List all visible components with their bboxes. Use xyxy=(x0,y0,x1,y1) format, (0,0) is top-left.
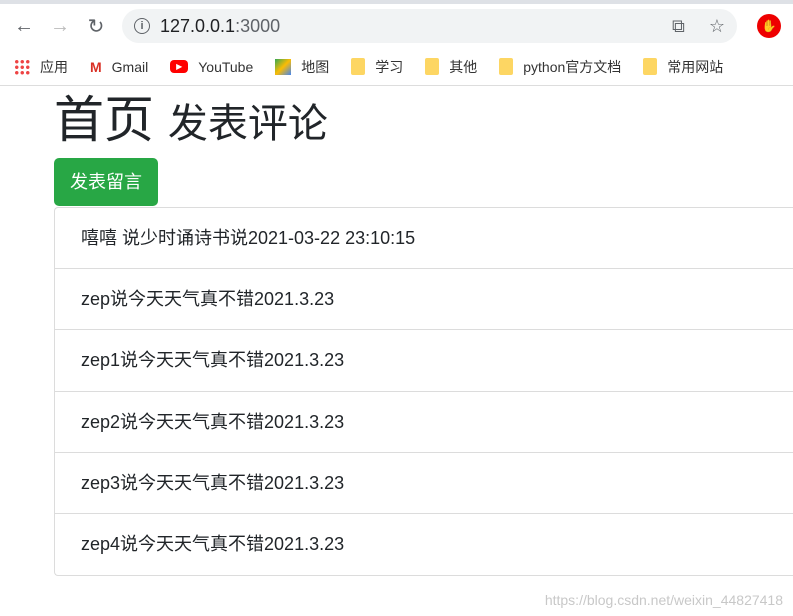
url-host: 127.0.0.1 xyxy=(160,15,236,36)
page-content: 首页 发表评论 发表留言 嘻嘻 说少时诵诗书说2021-03-22 23:10:… xyxy=(0,88,793,577)
bookmark-label: 应用 xyxy=(40,58,68,75)
url-port: :3000 xyxy=(235,15,281,36)
url[interactable]: 127.0.0.1:3000 xyxy=(160,16,280,37)
translate-icon[interactable]: ⧉ xyxy=(672,16,685,37)
page-title: 首页 发表评论 xyxy=(54,88,793,156)
bookmark-folder-python[interactable]: python官方文档 xyxy=(499,57,621,77)
watermark: https://blog.csdn.net/weixin_44827418 xyxy=(544,592,783,608)
bookmark-folder-study[interactable]: 学习 xyxy=(351,57,403,77)
page-subtitle: 发表评论 xyxy=(167,102,328,146)
maps-icon xyxy=(275,58,292,75)
comment-item: zep4说今天天气真不错2021.3.23 xyxy=(81,533,345,554)
bookmarks-bar: 应用 M Gmail ▶ YouTube 地图 学习 其他 python官方文档 常… xyxy=(0,48,793,86)
browser-toolbar: ← → ↻ i 127.0.0.1:3000 ⧉ ☆ ✋ xyxy=(0,4,793,48)
bookmark-label: YouTube xyxy=(198,58,254,75)
info-icon[interactable]: i xyxy=(134,18,150,34)
bookmark-youtube[interactable]: ▶ YouTube xyxy=(170,59,253,75)
bookmark-label: 学习 xyxy=(375,58,404,75)
bookmark-label: Gmail xyxy=(111,58,149,75)
bookmark-label: 其他 xyxy=(449,58,478,75)
back-icon[interactable]: ← xyxy=(8,10,40,42)
title-text: 首页 xyxy=(54,92,154,148)
forward-icon[interactable]: → xyxy=(44,10,76,42)
bookmark-folder-common[interactable]: 常用网站 xyxy=(643,57,723,77)
bookmark-label: 常用网站 xyxy=(667,58,724,75)
reload-icon[interactable]: ↻ xyxy=(80,10,112,42)
folder-icon xyxy=(351,58,366,75)
apps-icon xyxy=(14,58,30,75)
comment-item: 嘻嘻 说少时诵诗书说2021-03-22 23:10:15 xyxy=(55,208,793,270)
folder-icon xyxy=(499,58,514,75)
adblock-extension-icon[interactable]: ✋ xyxy=(757,14,781,38)
youtube-icon: ▶ xyxy=(170,60,189,73)
star-icon[interactable]: ☆ xyxy=(709,16,725,37)
comment-item: zep3说今天天气真不错2021.3.23 xyxy=(55,453,793,514)
bookmark-maps[interactable]: 地图 xyxy=(275,57,329,77)
bookmark-apps[interactable]: 应用 xyxy=(14,57,68,77)
bookmark-gmail[interactable]: M Gmail xyxy=(90,59,148,75)
comment-list: 嘻嘻 说少时诵诗书说2021-03-22 23:10:15 zep说今天天气真不错… xyxy=(54,207,793,577)
folder-icon xyxy=(425,58,440,75)
address-bar[interactable]: i 127.0.0.1:3000 ⧉ ☆ xyxy=(122,9,737,43)
folder-icon xyxy=(643,58,658,75)
comment-item: zep1说今天天气真不错2021.3.23 xyxy=(55,330,793,392)
gmail-icon: M xyxy=(90,58,102,75)
bookmark-label: python官方文档 xyxy=(523,58,622,75)
comment-item: zep2说今天天气真不错2021.3.23 xyxy=(55,392,793,453)
post-comment-button[interactable]: 发表留言 xyxy=(54,158,158,206)
comment-item: zep说今天天气真不错2021.3.23 xyxy=(55,269,793,331)
bookmark-folder-other[interactable]: 其他 xyxy=(425,57,477,77)
bookmark-label: 地图 xyxy=(301,58,330,75)
